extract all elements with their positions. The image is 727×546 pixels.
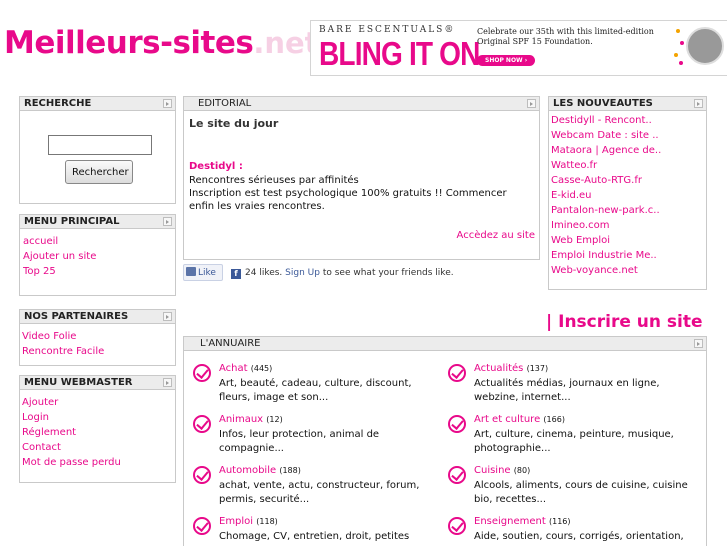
- new-sites-panel: LES NOUVEAUTES Destidyll - Rencont.. Web…: [548, 96, 707, 290]
- search-input[interactable]: [48, 135, 152, 155]
- check-circle-icon: [448, 466, 466, 484]
- featured-site-description: Rencontres sérieuses par affinités Inscr…: [189, 175, 507, 212]
- category-link-automobile[interactable]: Automobile: [219, 465, 276, 476]
- directory-panel: L'ANNUAIRE Achat (445) Art, beauté, cade…: [183, 336, 707, 546]
- expand-icon[interactable]: [163, 312, 172, 321]
- facebook-likes-info: f 24 likes. Sign Up to see what your frie…: [231, 268, 454, 279]
- new-site-link[interactable]: Web-voyance.net: [551, 263, 706, 278]
- webmaster-item-login[interactable]: Login: [22, 410, 175, 425]
- ad-banner[interactable]: BARE ESCENTUALS® BLING IT ON. Celebrate …: [310, 20, 727, 76]
- logo-main-text: Meilleurs-sites: [4, 25, 254, 61]
- webmaster-item-mot-de-passe[interactable]: Mot de passe perdu: [22, 455, 175, 470]
- visit-site-link[interactable]: Accèdez au site: [457, 230, 535, 241]
- ad-promo-text: Celebrate our 35th with this limited-edi…: [477, 27, 654, 46]
- new-site-link[interactable]: Emploi Industrie Me..: [551, 248, 706, 263]
- check-circle-icon: [193, 415, 211, 433]
- sparkle-decoration-icon: [674, 27, 684, 67]
- facebook-icon: f: [231, 269, 241, 279]
- category-description: Actualités médias, journaux en ligne, we…: [474, 378, 660, 403]
- facebook-like-button[interactable]: Like: [183, 264, 223, 281]
- menu-item-accueil[interactable]: accueil: [23, 234, 175, 249]
- category-link-cuisine[interactable]: Cuisine: [474, 465, 511, 476]
- category-description: Infos, leur protection, animal de compag…: [219, 429, 380, 454]
- search-panel-header: RECHERCHE: [20, 97, 175, 111]
- partners-panel: NOS PARTENAIRES Video Folie Rencontre Fa…: [19, 309, 176, 366]
- register-site-link[interactable]: | Inscrire un site: [546, 312, 703, 332]
- search-button[interactable]: Rechercher: [65, 160, 133, 184]
- partners-header: NOS PARTENAIRES: [20, 310, 175, 324]
- compact-product-image: [686, 27, 724, 65]
- check-circle-icon: [193, 466, 211, 484]
- webmaster-header: MENU WEBMASTER: [20, 376, 175, 390]
- category-description: Art, beauté, cadeau, culture, discount, …: [219, 378, 412, 403]
- new-site-link[interactable]: Web Emploi: [551, 233, 706, 248]
- featured-site-name[interactable]: Destidyl :: [189, 161, 243, 172]
- ad-brand: BARE ESCENTUALS®: [319, 25, 456, 35]
- new-site-link[interactable]: Pantalon-new-park.c..: [551, 203, 706, 218]
- main-menu-header: MENU PRINCIPAL: [20, 215, 175, 229]
- editorial-heading: Le site du jour: [189, 117, 279, 130]
- expand-icon[interactable]: [527, 99, 536, 108]
- ad-shop-now-button[interactable]: SHOP NOW ›: [477, 55, 536, 66]
- menu-item-ajouter-un-site[interactable]: Ajouter un site: [23, 249, 175, 264]
- category-description: achat, vente, actu, constructeur, forum,…: [219, 480, 420, 505]
- expand-icon[interactable]: [694, 99, 703, 108]
- category-link-art-et-culture[interactable]: Art et culture: [474, 414, 540, 425]
- thumbs-up-icon: [186, 267, 196, 276]
- new-site-link[interactable]: Mataora | Agence de..: [551, 143, 706, 158]
- check-circle-icon: [448, 364, 466, 382]
- ad-slogan: BLING IT ON.: [319, 35, 487, 72]
- check-circle-icon: [193, 517, 211, 535]
- new-sites-header: LES NOUVEAUTES: [549, 97, 706, 111]
- search-panel: RECHERCHE Rechercher: [19, 96, 176, 204]
- expand-icon[interactable]: [694, 339, 703, 348]
- category-link-animaux[interactable]: Animaux: [219, 414, 263, 425]
- category-description: Alcools, aliments, cours de cuisine, cui…: [474, 480, 688, 505]
- check-circle-icon: [448, 415, 466, 433]
- directory-header: L'ANNUAIRE: [184, 337, 706, 351]
- webmaster-item-reglement[interactable]: Réglement: [22, 425, 175, 440]
- menu-item-top-25[interactable]: Top 25: [23, 264, 175, 279]
- partner-link-video-folie[interactable]: Video Folie: [22, 329, 175, 344]
- check-circle-icon: [448, 517, 466, 535]
- new-site-link[interactable]: Imineo.com: [551, 218, 706, 233]
- webmaster-item-contact[interactable]: Contact: [22, 440, 175, 455]
- expand-icon[interactable]: [163, 99, 172, 108]
- partner-link-rencontre-facile[interactable]: Rencontre Facile: [22, 344, 175, 359]
- category-link-achat[interactable]: Achat: [219, 363, 248, 374]
- facebook-signup-link[interactable]: Sign Up: [285, 268, 320, 278]
- category-description: Chomage, CV, entretien, droit, petites: [219, 531, 410, 542]
- category-link-enseignement[interactable]: Enseignement: [474, 516, 546, 527]
- webmaster-item-ajouter[interactable]: Ajouter: [22, 395, 175, 410]
- editorial-header: EDITORIAL: [184, 97, 539, 111]
- new-site-link[interactable]: Watteo.fr: [551, 158, 706, 173]
- category-description: Aide, soutien, cours, corrigés, orientat…: [474, 531, 684, 542]
- editorial-panel: EDITORIAL Le site du jour Destidyl : Ren…: [183, 96, 540, 260]
- main-menu-panel: MENU PRINCIPAL accueil Ajouter un site T…: [19, 214, 176, 296]
- new-site-link[interactable]: E-kid.eu: [551, 188, 706, 203]
- site-logo[interactable]: Meilleurs-sites.net: [4, 25, 319, 73]
- logo-tld-text: .net: [253, 26, 319, 60]
- expand-icon[interactable]: [163, 378, 172, 387]
- category-link-emploi[interactable]: Emploi: [219, 516, 253, 527]
- new-site-link[interactable]: Casse-Auto-RTG.fr: [551, 173, 706, 188]
- webmaster-panel: MENU WEBMASTER Ajouter Login Réglement C…: [19, 375, 176, 483]
- category-link-actualites[interactable]: Actualités: [474, 363, 523, 374]
- category-description: Art, culture, cinema, peinture, musique,…: [474, 429, 674, 454]
- check-circle-icon: [193, 364, 211, 382]
- new-site-link[interactable]: Destidyll - Rencont..: [551, 113, 706, 128]
- new-site-link[interactable]: Webcam Date : site ..: [551, 128, 706, 143]
- expand-icon[interactable]: [163, 217, 172, 226]
